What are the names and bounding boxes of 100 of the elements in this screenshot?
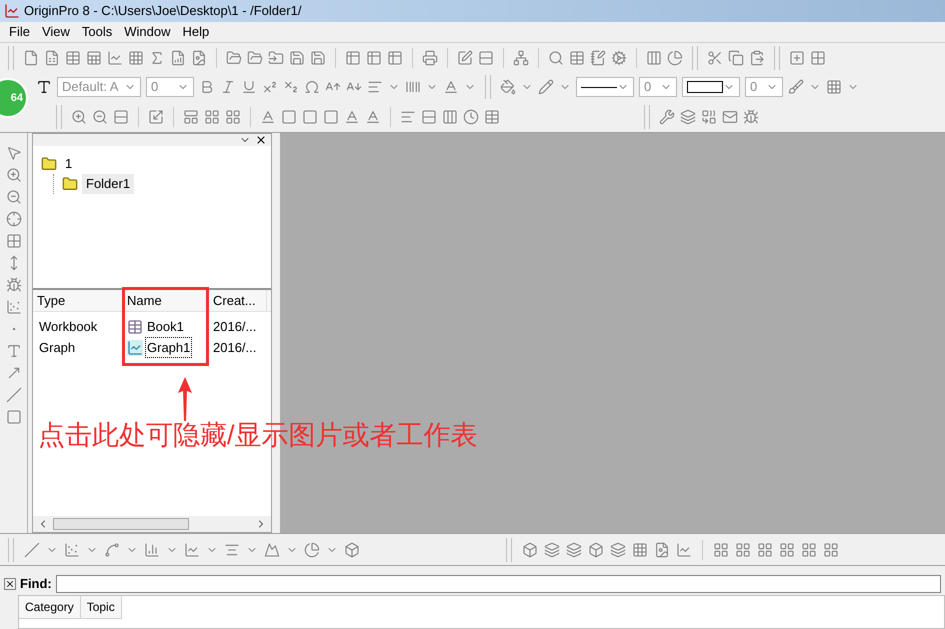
layout-icon[interactable] xyxy=(801,542,817,558)
bug-icon[interactable] xyxy=(743,109,759,125)
omega-icon[interactable] xyxy=(304,79,320,95)
grid-icon[interactable] xyxy=(632,542,648,558)
zoom-in-icon[interactable] xyxy=(6,167,22,183)
scatter-icon[interactable] xyxy=(6,299,22,315)
layout-icon[interactable] xyxy=(204,109,220,125)
find-field[interactable] xyxy=(56,575,941,593)
file-name[interactable]: Book1 xyxy=(145,316,186,338)
layout-icon[interactable] xyxy=(735,542,751,558)
table-icon[interactable] xyxy=(484,109,500,125)
chart-icon[interactable] xyxy=(676,542,692,558)
folder-item[interactable]: Folder1 xyxy=(82,174,134,194)
line-icon[interactable] xyxy=(24,542,40,558)
grid-icon[interactable] xyxy=(826,79,842,95)
line-style-select[interactable] xyxy=(576,77,634,97)
grid-icon[interactable] xyxy=(128,50,144,66)
layout-icon[interactable] xyxy=(779,542,795,558)
bar-icon[interactable] xyxy=(144,542,160,558)
3d-icon[interactable] xyxy=(522,542,538,558)
import-icon[interactable] xyxy=(268,50,284,66)
hierarchy-icon[interactable] xyxy=(513,50,529,66)
mail-icon[interactable] xyxy=(722,109,738,125)
column-header[interactable]: Type xyxy=(33,290,123,311)
area-icon[interactable] xyxy=(264,542,280,558)
tool-icon[interactable] xyxy=(659,109,675,125)
worksheet-icon[interactable] xyxy=(387,50,403,66)
file-name[interactable]: Graph1 xyxy=(145,336,192,358)
chart-icon[interactable] xyxy=(184,542,200,558)
table-icon[interactable] xyxy=(65,50,81,66)
3d-icon[interactable] xyxy=(588,542,604,558)
add-table-icon[interactable] xyxy=(810,50,826,66)
3d-icon[interactable] xyxy=(544,542,560,558)
settings-icon[interactable] xyxy=(611,50,627,66)
scrollbar-thumb[interactable] xyxy=(53,518,189,530)
layout-icon[interactable] xyxy=(225,109,241,125)
font-icon[interactable] xyxy=(36,79,52,95)
pointer-icon[interactable] xyxy=(6,145,22,161)
3d-icon[interactable] xyxy=(566,542,582,558)
superscript-icon[interactable] xyxy=(262,79,278,95)
crosshair-icon[interactable] xyxy=(6,211,22,227)
help-tab[interactable]: Topic xyxy=(80,596,122,619)
column-header[interactable]: Name xyxy=(123,290,209,311)
new-file-icon[interactable] xyxy=(23,50,39,66)
open-folder-icon[interactable] xyxy=(226,50,242,66)
add-layer-icon[interactable] xyxy=(789,50,805,66)
line-symbol-icon[interactable] xyxy=(104,542,120,558)
folder-item[interactable]: 1 xyxy=(61,154,76,174)
print-icon[interactable] xyxy=(422,50,438,66)
notes-icon[interactable] xyxy=(590,50,606,66)
worksheet-icon[interactable] xyxy=(345,50,361,66)
layout-icon[interactable] xyxy=(713,542,729,558)
lines-icon[interactable] xyxy=(400,109,416,125)
layout-icon[interactable] xyxy=(757,542,773,558)
clock-icon[interactable] xyxy=(463,109,479,125)
graph-icon[interactable] xyxy=(107,50,123,66)
menu-item[interactable]: Help xyxy=(178,22,214,42)
3d-icon[interactable] xyxy=(610,542,626,558)
line-icon[interactable] xyxy=(6,387,22,403)
new-workbook-icon[interactable] xyxy=(44,50,60,66)
frame-icon[interactable] xyxy=(323,109,339,125)
add-column-icon[interactable] xyxy=(646,50,662,66)
paste-icon[interactable] xyxy=(749,50,765,66)
open-folder-icon[interactable] xyxy=(247,50,263,66)
layout-icon[interactable] xyxy=(823,542,839,558)
frame-icon[interactable] xyxy=(302,109,318,125)
save-icon[interactable] xyxy=(289,50,305,66)
barcode-icon[interactable] xyxy=(405,79,421,95)
sheet-icon[interactable] xyxy=(86,50,102,66)
underline-icon[interactable] xyxy=(241,79,257,95)
edit-icon[interactable] xyxy=(457,50,473,66)
search-icon[interactable] xyxy=(548,50,564,66)
layout-icon[interactable] xyxy=(191,50,207,66)
copy-icon[interactable] xyxy=(728,50,744,66)
menu-item[interactable]: View xyxy=(36,22,75,42)
zoom-out-icon[interactable] xyxy=(6,189,22,205)
frame-icon[interactable] xyxy=(281,109,297,125)
cut-icon[interactable] xyxy=(707,50,723,66)
close-icon[interactable] xyxy=(255,134,267,146)
legend-icon[interactable] xyxy=(421,109,437,125)
menu-item[interactable]: Tools xyxy=(76,22,118,42)
table-icon[interactable] xyxy=(569,50,585,66)
subscript-icon[interactable] xyxy=(283,79,299,95)
scatter-icon[interactable] xyxy=(64,542,80,558)
layout-icon[interactable] xyxy=(183,109,199,125)
align-icon[interactable] xyxy=(367,79,383,95)
column-icon[interactable] xyxy=(442,109,458,125)
column-header[interactable]: Creat... xyxy=(209,290,267,311)
worksheet-icon[interactable] xyxy=(366,50,382,66)
bug-icon[interactable] xyxy=(6,277,22,293)
pie-icon[interactable] xyxy=(667,50,683,66)
text-icon[interactable] xyxy=(6,343,22,359)
pen-icon[interactable] xyxy=(538,79,554,95)
rectangle-icon[interactable] xyxy=(6,409,22,425)
rows-icon[interactable] xyxy=(478,50,494,66)
menu-item[interactable]: File xyxy=(4,22,35,42)
close-icon[interactable] xyxy=(4,578,16,590)
help-tab[interactable]: Category xyxy=(19,596,81,619)
zoom-icon[interactable] xyxy=(92,109,108,125)
zoom-icon[interactable] xyxy=(71,109,87,125)
